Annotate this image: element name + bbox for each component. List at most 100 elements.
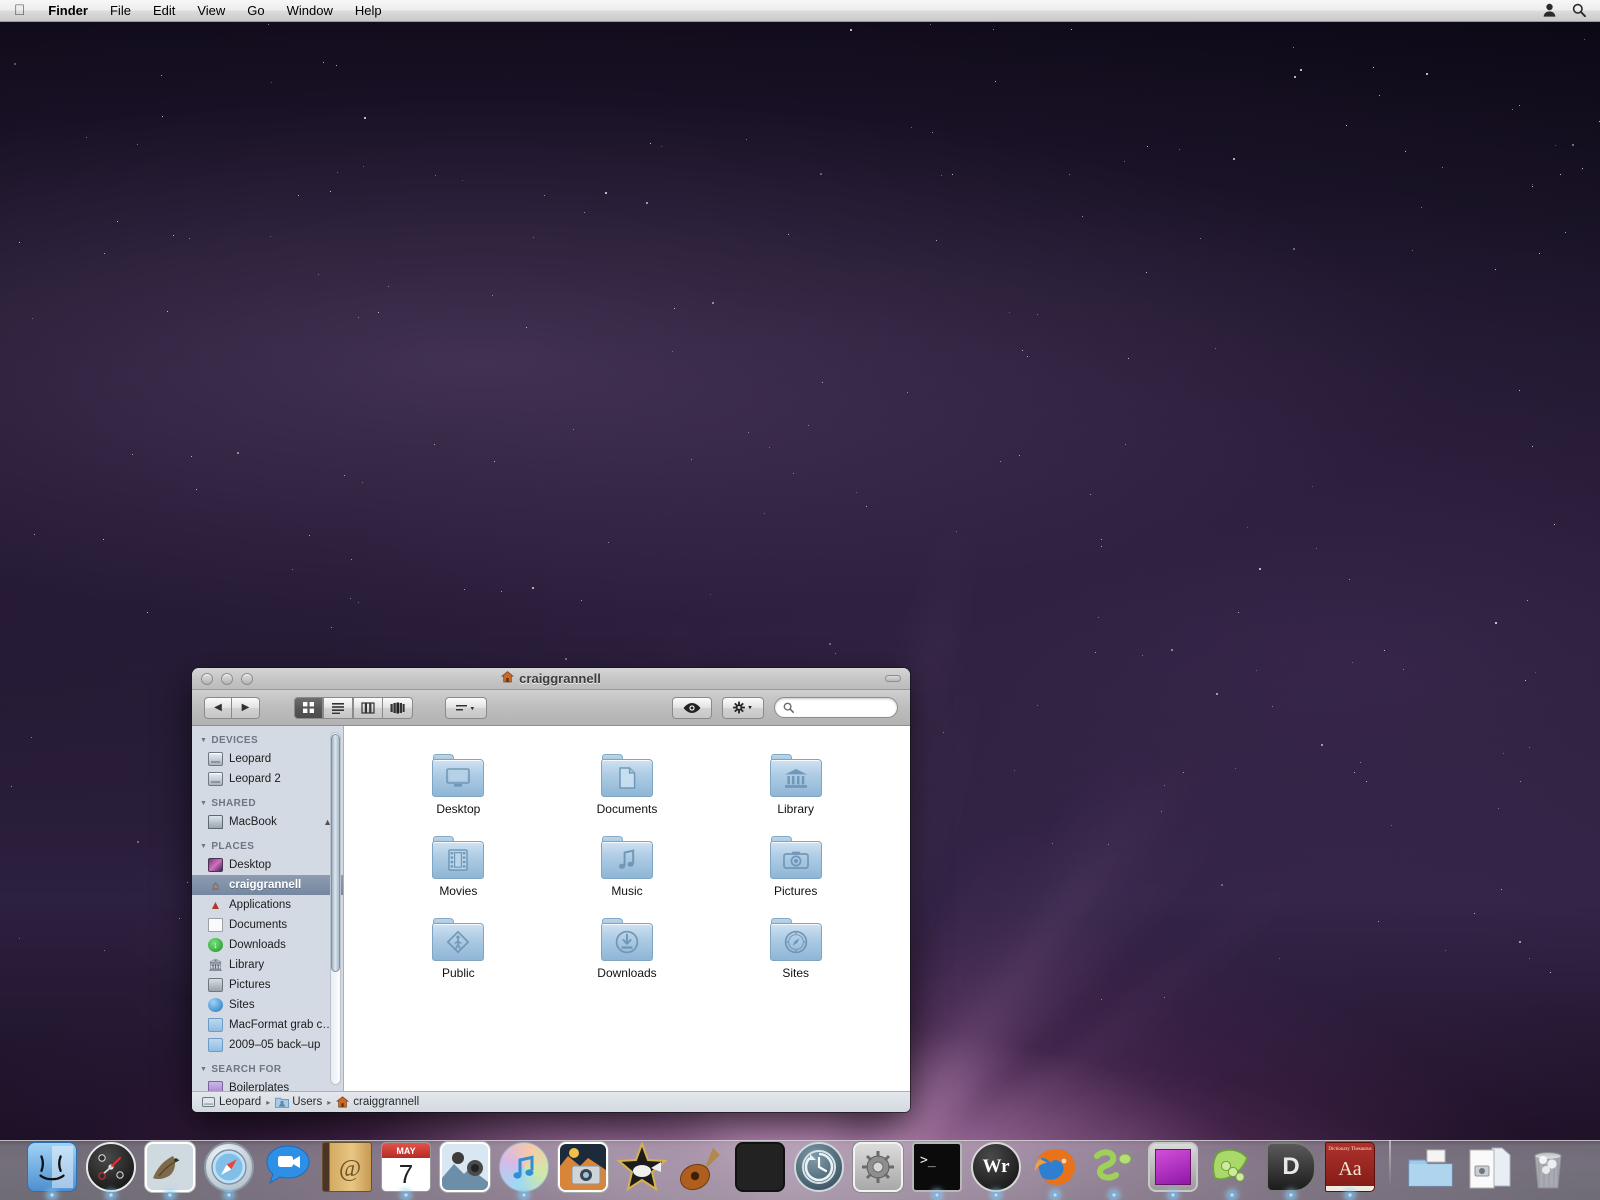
path-segment-leopard[interactable]: Leopard [202, 1096, 261, 1108]
sidebar-header-devices[interactable]: ▼ DEVICES [192, 731, 343, 749]
back-button[interactable]: ◀ [204, 697, 232, 719]
file-item-music[interactable]: Music [543, 824, 712, 898]
file-item-public[interactable]: Public [374, 906, 543, 980]
zoom-button[interactable] [241, 673, 253, 685]
menu-item-go[interactable]: Go [236, 0, 275, 22]
disclosure-triangle-icon[interactable]: ▼ [200, 800, 207, 807]
dock-item-finder[interactable] [25, 1138, 79, 1192]
dock-item-devonthink[interactable]: D [1264, 1138, 1318, 1192]
dock-item-itunes[interactable] [497, 1138, 551, 1192]
sidebar-item-craiggrannell[interactable]: ⌂ craiggrannell [192, 875, 343, 895]
sidebar-item-pictures[interactable]: Pictures [192, 975, 343, 995]
sidebar-item-label: MacBook [229, 816, 277, 828]
sidebar-header-places[interactable]: ▼ PLACES [192, 837, 343, 855]
dock-item-ical[interactable]: MAY 7 [379, 1138, 433, 1192]
sidebar-item-macbook[interactable]: MacBook ▲_ [192, 812, 343, 832]
menu-item-window[interactable]: Window [276, 0, 344, 22]
finder-window[interactable]: craiggrannell ◀ ▶ [192, 668, 910, 1112]
menu-item-edit[interactable]: Edit [142, 0, 186, 22]
menu-item-file[interactable]: File [99, 0, 142, 22]
dock-item-firefox[interactable] [1028, 1138, 1082, 1192]
dock-item-terminal[interactable]: >_ [910, 1138, 964, 1192]
file-item-sites[interactable]: Sites [711, 906, 880, 980]
folder-sites-icon [770, 918, 822, 961]
sidebar-item-label: Documents [229, 919, 287, 931]
dock-item-pixelmator[interactable] [1146, 1138, 1200, 1192]
document-icon [208, 918, 223, 932]
disclosure-triangle-icon[interactable]: ▼ [200, 1066, 207, 1073]
dock-item-ichat[interactable] [261, 1138, 315, 1192]
path-segment-users[interactable]: Users [275, 1096, 322, 1108]
menu-item-help[interactable]: Help [344, 0, 393, 22]
sidebar-item-label: Sites [229, 999, 255, 1011]
pixelmator-canvas [1155, 1149, 1191, 1185]
dock-trash[interactable] [1521, 1138, 1575, 1192]
dock-item-iphoto[interactable] [438, 1138, 492, 1192]
close-button[interactable] [201, 673, 213, 685]
quick-look-button[interactable] [672, 697, 712, 719]
dock-item-garageband[interactable] [674, 1138, 728, 1192]
view-as-coverflow-button[interactable] [383, 697, 413, 719]
running-indicator [934, 1192, 940, 1198]
file-item-movies[interactable]: Movies [374, 824, 543, 898]
dock-item-imovie[interactable] [615, 1138, 669, 1192]
sidebar-item-leopard[interactable]: Leopard [192, 749, 343, 769]
dock-item-cssedit[interactable] [1205, 1138, 1259, 1192]
minimize-button[interactable] [221, 673, 233, 685]
dock-item-dictionary[interactable]: Dictionary Thesaurus Aa [1323, 1138, 1377, 1192]
sidebar-item-applications[interactable]: ▲ Applications [192, 895, 343, 915]
dock-item-safari[interactable] [202, 1138, 256, 1192]
scrollbar-thumb[interactable] [331, 734, 340, 972]
dock-item-skitch[interactable] [1087, 1138, 1141, 1192]
sidebar-header-search-for[interactable]: ▼ SEARCH FOR [192, 1060, 343, 1078]
dock-item-spaces[interactable] [733, 1138, 787, 1192]
view-as-icons-button[interactable] [294, 697, 323, 719]
sidebar-item-boilerplates[interactable]: Boilerplates [192, 1078, 343, 1091]
spotlight-search-icon[interactable] [1572, 3, 1586, 19]
disclosure-triangle-icon[interactable]: ▼ [200, 737, 207, 744]
finder-file-area[interactable]: Desktop Documents [344, 726, 910, 1091]
file-item-pictures[interactable]: Pictures [711, 824, 880, 898]
window-title-bar[interactable]: craiggrannell [192, 668, 910, 690]
sidebar-item-sites[interactable]: Sites [192, 995, 343, 1015]
dock-stack-downloads[interactable] [1403, 1138, 1457, 1192]
sidebar-item-desktop[interactable]: Desktop [192, 855, 343, 875]
dock-item-system-preferences[interactable] [851, 1138, 905, 1192]
forward-button[interactable]: ▶ [232, 697, 260, 719]
sidebar-item-documents[interactable]: Documents [192, 915, 343, 935]
dock-item-dashboard[interactable] [84, 1138, 138, 1192]
menu-item-finder[interactable]: Finder [37, 0, 99, 22]
file-item-library[interactable]: Library [711, 742, 880, 816]
sidebar-header-shared[interactable]: ▼ SHARED [192, 794, 343, 812]
sidebar-item-2009-05-backup[interactable]: 2009–05 back–up [192, 1035, 343, 1055]
file-item-downloads[interactable]: Downloads [543, 906, 712, 980]
sidebar-scrollbar[interactable] [330, 732, 341, 1085]
view-as-columns-button[interactable] [353, 697, 383, 719]
toolbar-toggle-button[interactable] [885, 675, 901, 682]
finder-sidebar[interactable]: ▼ DEVICES Leopard Leopard 2 ▼ SHARED Mac… [192, 726, 344, 1091]
path-segment-craiggrannell[interactable]: craiggrannell [336, 1096, 419, 1108]
hard-disk-icon [208, 772, 223, 786]
dock-item-photo-booth[interactable] [556, 1138, 610, 1192]
sidebar-item-downloads[interactable]: ↓ Downloads [192, 935, 343, 955]
search-input[interactable] [774, 697, 898, 718]
view-as-list-button[interactable] [323, 697, 353, 719]
devonthink-label: D [1266, 1142, 1316, 1192]
sidebar-item-macformat-grab[interactable]: MacFormat grab c… [192, 1015, 343, 1035]
file-name: Sites [782, 966, 809, 980]
sidebar-item-leopard-2[interactable]: Leopard 2 [192, 769, 343, 789]
dock-item-writeroom[interactable]: Wr [969, 1138, 1023, 1192]
menu-item-view[interactable]: View [186, 0, 236, 22]
sidebar-item-library[interactable]: 🏛 Library [192, 955, 343, 975]
apple-menu-icon[interactable]:  [14, 3, 25, 18]
dock-item-mail[interactable] [143, 1138, 197, 1192]
action-menu-button[interactable] [722, 697, 764, 719]
arrange-by-button[interactable] [445, 697, 487, 719]
fast-user-switching-icon[interactable] [1543, 3, 1556, 19]
disclosure-triangle-icon[interactable]: ▼ [200, 843, 207, 850]
dock-item-time-machine[interactable] [792, 1138, 846, 1192]
dock-item-address-book[interactable]: @ [320, 1138, 374, 1192]
file-item-documents[interactable]: Documents [543, 742, 712, 816]
dock-stack-documents[interactable] [1462, 1138, 1516, 1192]
file-item-desktop[interactable]: Desktop [374, 742, 543, 816]
